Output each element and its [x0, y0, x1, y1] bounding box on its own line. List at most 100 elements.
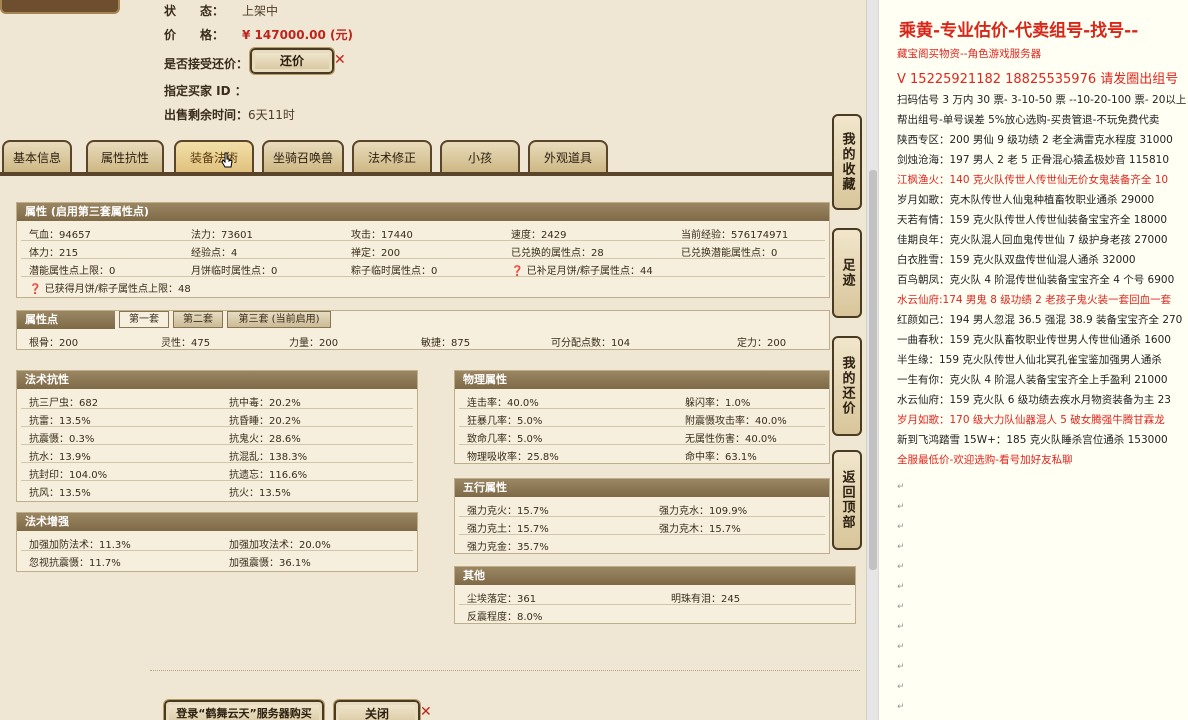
- resist-row: 抗震慑：0.3% 抗鬼火：28.6%: [21, 427, 413, 445]
- paragraph-mark-icon: ↵: [897, 562, 905, 572]
- document-line: 水云仙府:174 男鬼 8 级功绩 2 老孩子鬼火装一套回血一套: [897, 294, 1172, 306]
- document-line: 岁月如歌：克木队传世人仙鬼种植畜牧职业通杀 29000: [897, 194, 1155, 206]
- counter-offer-button[interactable]: 还价: [249, 47, 335, 75]
- counter-offer-label: 是否接受还价：: [164, 57, 249, 71]
- help-icon[interactable]: ❓: [511, 266, 527, 277]
- attr-cell: 潜能属性点上限：0: [29, 266, 116, 277]
- resist-cell: 抗水：13.9%: [29, 452, 91, 463]
- tab-spell-correction[interactable]: 法术修正: [352, 140, 432, 172]
- resist-row: 抗三尸虫：682 抗中毒：20.2%: [21, 391, 413, 409]
- physical-cell: 附震慑攻击率：40.0%: [685, 416, 787, 427]
- other-cell: 尘埃落定：361: [467, 594, 537, 605]
- other-row: 反震程度：8.0%: [459, 605, 851, 623]
- points-cell: 定力：200: [737, 338, 787, 349]
- physical-row: 连击率：40.0% 躲闪率：1.0%: [459, 391, 825, 409]
- attributes-row: 潜能属性点上限：0 月饼临时属性点：0 粽子临时属性点：0 ❓ 已补足月饼/粽子…: [21, 259, 825, 277]
- remaining-time-row: 出售剩余时间：6天11时: [164, 106, 295, 123]
- my-counter-offers-button[interactable]: 我的还价: [832, 336, 862, 436]
- tab-underline: [0, 172, 860, 176]
- help-icon[interactable]: ❓: [29, 284, 45, 295]
- physical-cell: 无属性伤害：40.0%: [685, 434, 777, 445]
- top-button-fragment[interactable]: [0, 0, 120, 14]
- tab-appearance[interactable]: 外观道具: [528, 140, 608, 172]
- points-cell: 力量：200: [289, 338, 339, 349]
- price-row: 价 格： ¥ 147000.00 (元): [164, 26, 353, 43]
- price-label: 价 格：: [164, 28, 225, 42]
- tab-basic-info[interactable]: 基本信息: [2, 140, 72, 172]
- points-cell: 敏捷：875: [421, 338, 471, 349]
- resist-row: 抗雷：13.5% 抗昏睡：20.2%: [21, 409, 413, 427]
- attr-cell: 粽子临时属性点：0: [351, 266, 438, 277]
- document-line: 藏宝阁买物资--角色游戏服务器: [897, 48, 1042, 60]
- tab-mounts-pets[interactable]: 坐骑召唤兽: [262, 140, 344, 172]
- paragraph-mark-icon: ↵: [897, 522, 905, 532]
- attributes-row: 体力：215 经验点：4 禅定：200 已兑换的属性点：28 已兑换潜能属性点：…: [21, 241, 825, 259]
- points-subtab-3[interactable]: 第三套 (当前启用): [227, 311, 331, 328]
- resist-row: 抗封印：104.0% 抗遗忘：116.6%: [21, 463, 413, 481]
- physical-cell: 命中率：63.1%: [685, 452, 757, 463]
- vertical-scrollbar[interactable]: [866, 0, 878, 720]
- tab-equipment[interactable]: 装备法術: [174, 140, 254, 172]
- attr-cell: 经验点：4: [191, 248, 238, 259]
- document-line: 一曲春秋：159 克火队畜牧职业传世男人传世仙通杀 1600: [897, 334, 1171, 346]
- document-line: 佳期良年：克火队混人回血鬼传世仙 7 级护身老孩 27000: [897, 234, 1168, 246]
- elements-row: 强力克土：15.7% 强力克木：15.7%: [459, 517, 825, 535]
- enhance-cell: 加强加防法术：11.3%: [29, 540, 131, 551]
- document-line: 红颜如己：194 男人忽混 36.5 强混 38.9 装备宝宝齐全 270: [897, 314, 1183, 326]
- enhance-cell: 加强加攻法术：20.0%: [229, 540, 331, 551]
- resist-row: 抗风：13.5% 抗火：13.5%: [21, 481, 413, 499]
- points-subtab-1[interactable]: 第一套: [119, 311, 169, 328]
- elements-cell: 强力克土：15.7%: [467, 524, 549, 535]
- attr-cell: 已兑换的属性点：28: [511, 248, 604, 259]
- enhance-cell: 加强震慑：36.1%: [229, 558, 311, 569]
- document-line: 白衣胜雪：159 克火队双盘传世仙混人通杀 32000: [897, 254, 1136, 266]
- points-cell: 可分配点数：104: [551, 338, 631, 349]
- resist-cell: 抗遗忘：116.6%: [229, 470, 308, 481]
- attr-cell: ❓ 已获得月饼/粽子属性点上限：48: [29, 280, 191, 295]
- status-row: 状 态： 上架中: [164, 2, 278, 19]
- login-buy-button[interactable]: 登录“鹤舞云天”服务器购买: [163, 699, 325, 720]
- elements-row: 强力克金：35.7%: [459, 535, 825, 553]
- document-line: 江枫渔火：140 克火队传世人传世仙无价女鬼装备齐全 10: [897, 174, 1169, 186]
- enhance-row: 忽视抗震慑：11.7% 加强震慑：36.1%: [21, 551, 413, 569]
- enhance-cell: 忽视抗震慑：11.7%: [29, 558, 121, 569]
- scrollbar-thumb[interactable]: [869, 170, 877, 570]
- paragraph-mark-icon: ↵: [897, 622, 905, 632]
- points-cell: 灵性：475: [161, 338, 211, 349]
- other-panel: 其他 尘埃落定：361 明珠有泪：245 反震程度：8.0%: [454, 566, 856, 624]
- document-line: 剑烛沧海：197 男人 2 老 5 正骨混心猿孟极妙音 115810: [897, 154, 1170, 166]
- resist-cell: 抗火：13.5%: [229, 488, 291, 499]
- other-row: 尘埃落定：361 明珠有泪：245: [459, 587, 851, 605]
- document-line: 半生缘：159 克火队传世人仙北冥孔雀宝鉴加强男人通杀: [897, 354, 1162, 366]
- document-line: 全服最低价-欢迎选购-看号加好友私聊: [897, 454, 1073, 466]
- close-x-icon: ✕: [334, 52, 346, 68]
- attr-cell-text: 已获得月饼/粽子属性点上限：48: [44, 284, 191, 295]
- my-favorites-button[interactable]: 我的收藏: [832, 114, 862, 210]
- tab-children[interactable]: 小孩: [440, 140, 520, 172]
- paragraph-mark-icon: ↵: [897, 482, 905, 492]
- document-line: 一生有你：克火队 4 阶混人装备宝宝齐全上手盈利 21000: [897, 374, 1168, 386]
- back-to-top-button[interactable]: 返回顶部: [832, 450, 862, 550]
- resist-row: 抗水：13.9% 抗混乱：138.3%: [21, 445, 413, 463]
- physical-cell: 致命几率：5.0%: [467, 434, 543, 445]
- points-panel: 属性点 第一套 第二套 第三套 (当前启用) 根骨：200 灵性：475 力量：…: [16, 310, 830, 350]
- buyer-id-label: 指定买家 ID ：: [164, 84, 247, 98]
- resist-cell: 抗封印：104.0%: [29, 470, 108, 481]
- elements-row: 强力克火：15.7% 强力克水：109.9%: [459, 499, 825, 517]
- physical-cell: 躲闪率：1.0%: [685, 398, 751, 409]
- spell-resist-title: 法术抗性: [17, 371, 417, 389]
- tab-attributes[interactable]: 属性抗性: [86, 140, 164, 172]
- document-line: 天若有情：159 克火队传世人传世仙装备宝宝齐全 18000: [897, 214, 1168, 226]
- points-subtab-2[interactable]: 第二套: [173, 311, 223, 328]
- physical-panel: 物理属性 连击率：40.0% 躲闪率：1.0% 狂暴几率：5.0% 附震慑攻击率：4…: [454, 370, 830, 464]
- paragraph-mark-icon: ↵: [897, 682, 905, 692]
- footprint-button[interactable]: 足迹: [832, 228, 862, 318]
- attributes-panel: 属性 (启用第三套属性点) 气血：94657 法力：73601 攻击：17440…: [16, 202, 830, 298]
- paragraph-mark-icon: ↵: [897, 702, 905, 712]
- resist-cell: 抗混乱：138.3%: [229, 452, 308, 463]
- close-button[interactable]: 关闭: [333, 699, 421, 720]
- resist-cell: 抗中毒：20.2%: [229, 398, 301, 409]
- attr-cell: 体力：215: [29, 248, 79, 259]
- points-row: 根骨：200 灵性：475 力量：200 敏捷：875 可分配点数：104 定力…: [21, 331, 825, 349]
- resist-cell: 抗震慑：0.3%: [29, 434, 95, 445]
